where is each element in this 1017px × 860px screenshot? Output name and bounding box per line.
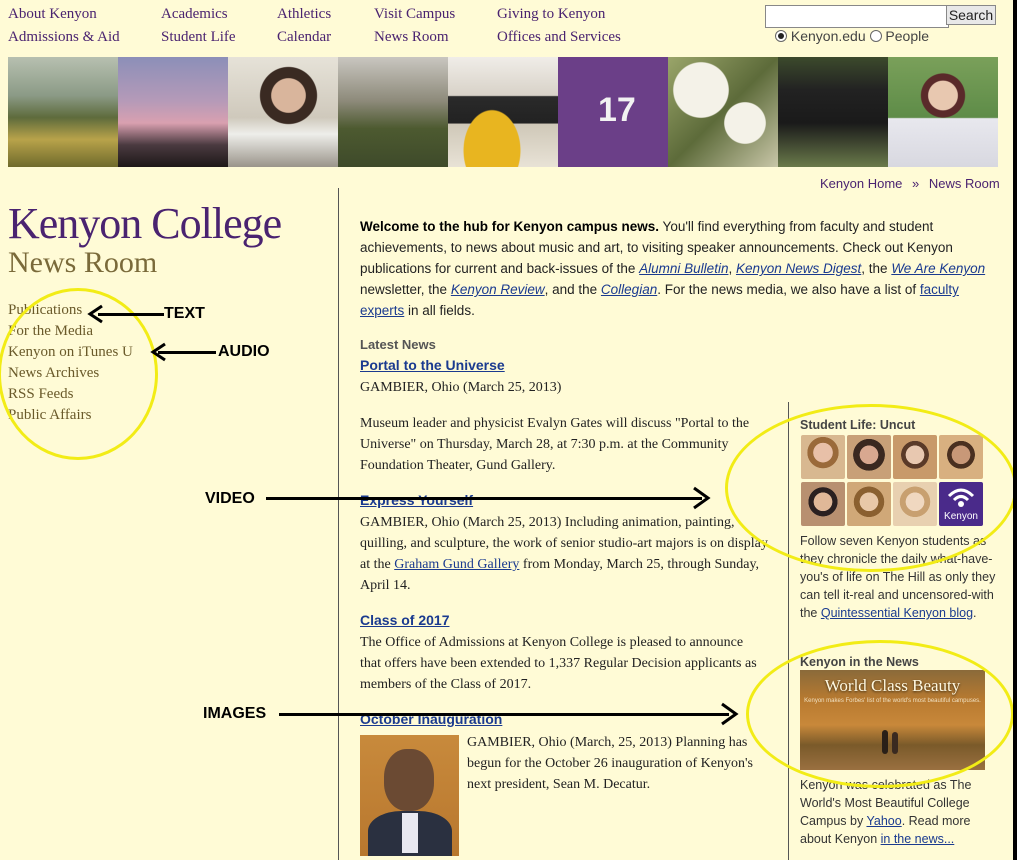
logo-kenyon-college[interactable]: Kenyon College xyxy=(8,198,282,249)
arrow-video xyxy=(266,497,702,500)
annotation-images-label: IMAGES xyxy=(203,705,267,722)
intro-paragraph: Welcome to the hub for Kenyon campus new… xyxy=(360,216,988,321)
screenshot-frame-edge xyxy=(1013,0,1017,860)
banner-photo-jersey-17: 17 xyxy=(558,57,668,167)
breadcrumb-current[interactable]: News Room xyxy=(929,176,1000,191)
column-divider-left xyxy=(338,188,339,860)
banner-photo-sunset-trees xyxy=(118,57,228,167)
logo-news-room: News Room xyxy=(8,246,158,279)
news-title-express-yourself[interactable]: Express Yourself xyxy=(360,492,473,508)
news-body-portal: Museum leader and physicist Evalyn Gates… xyxy=(360,416,750,473)
news-date-portal: GAMBIER, Ohio (March 25, 2013) xyxy=(360,380,562,395)
search-button[interactable]: Search xyxy=(946,5,996,25)
latest-news-heading: Latest News xyxy=(360,337,436,352)
breadcrumb: Kenyon Home » News Room xyxy=(820,176,1000,191)
uncut-end: . xyxy=(973,606,977,620)
intro-text: in all fields. xyxy=(404,303,475,318)
link-alumni-bulletin[interactable]: Alumni Bulletin xyxy=(639,261,728,276)
link-quintessential-kenyon-blog[interactable]: Quintessential Kenyon blog xyxy=(821,606,973,620)
photo-banner: 17 xyxy=(8,57,998,167)
nav-athletics[interactable]: Athletics xyxy=(277,6,331,23)
arrowhead-right-icon xyxy=(693,486,711,510)
intro-text: . For the news media, we also have a lis… xyxy=(657,282,920,297)
arrowhead-right-icon xyxy=(721,702,739,726)
breadcrumb-separator: » xyxy=(912,176,920,191)
radio-people-label: People xyxy=(885,28,929,44)
banner-photo-tree-canopy xyxy=(668,57,778,167)
banner-photo-graduates xyxy=(778,57,888,167)
intro-text: , xyxy=(728,261,736,276)
intro-text: , and the xyxy=(544,282,601,297)
banner-photo-student-kenyon-shirt xyxy=(888,57,998,167)
radio-kenyon-edu[interactable] xyxy=(775,30,787,42)
annotation-text-label: TEXT xyxy=(164,305,205,322)
link-news-digest[interactable]: Kenyon News Digest xyxy=(736,261,861,276)
arrowhead-left-icon xyxy=(87,304,103,324)
nav-student-life[interactable]: Student Life xyxy=(161,29,236,46)
banner-photo-arch-path xyxy=(338,57,448,167)
banner-photo-student-reading xyxy=(228,57,338,167)
nav-admissions-aid[interactable]: Admissions & Aid xyxy=(8,29,120,46)
breadcrumb-home[interactable]: Kenyon Home xyxy=(820,176,902,191)
link-collegian[interactable]: Collegian xyxy=(601,282,657,297)
nav-giving[interactable]: Giving to Kenyon xyxy=(497,6,605,23)
arrowhead-left-icon xyxy=(150,342,166,362)
search-scope: Kenyon.edu People xyxy=(775,28,929,44)
intro-heading: Welcome to the hub for Kenyon campus new… xyxy=(360,219,660,234)
arrow-images xyxy=(279,713,729,716)
intro-text: newsletter, the xyxy=(360,282,451,297)
link-in-the-news[interactable]: in the news... xyxy=(881,832,955,846)
arrow-text xyxy=(98,313,164,316)
banner-photo-building xyxy=(8,57,118,167)
news-title-class-2017[interactable]: Class of 2017 xyxy=(360,612,450,628)
news-title-portal[interactable]: Portal to the Universe xyxy=(360,357,505,373)
photo-sean-decatur xyxy=(360,735,459,856)
nav-academics[interactable]: Academics xyxy=(161,6,228,23)
nav-about-kenyon[interactable]: About Kenyon xyxy=(8,6,97,23)
intro-text: , the xyxy=(861,261,892,276)
link-graham-gund-gallery[interactable]: Graham Gund Gallery xyxy=(394,557,519,572)
news-body-class-2017: The Office of Admissions at Kenyon Colle… xyxy=(360,635,757,692)
news-body-october-inauguration: GAMBIER, Ohio (March, 25, 2013) Planning… xyxy=(467,735,753,792)
news-body-express-yourself: GAMBIER, Ohio (March 25, 2013) Including… xyxy=(360,512,780,596)
banner-photo-mascot xyxy=(448,57,558,167)
nav-news-room[interactable]: News Room xyxy=(374,29,449,46)
nav-visit-campus[interactable]: Visit Campus xyxy=(374,6,455,23)
radio-kenyon-edu-label: Kenyon.edu xyxy=(790,28,866,44)
link-we-are-kenyon[interactable]: We Are Kenyon xyxy=(891,261,985,276)
annotation-video-label: VIDEO xyxy=(205,490,255,507)
annotation-audio-label: AUDIO xyxy=(218,343,270,360)
search-input[interactable] xyxy=(765,5,949,28)
radio-people[interactable] xyxy=(869,30,882,42)
nav-offices-services[interactable]: Offices and Services xyxy=(497,29,621,46)
nav-calendar[interactable]: Calendar xyxy=(277,29,331,46)
highlight-ellipse-student-life xyxy=(725,404,1017,572)
link-kenyon-review[interactable]: Kenyon Review xyxy=(451,282,545,297)
link-yahoo[interactable]: Yahoo xyxy=(866,814,901,828)
highlight-ellipse-in-the-news xyxy=(746,640,1014,788)
